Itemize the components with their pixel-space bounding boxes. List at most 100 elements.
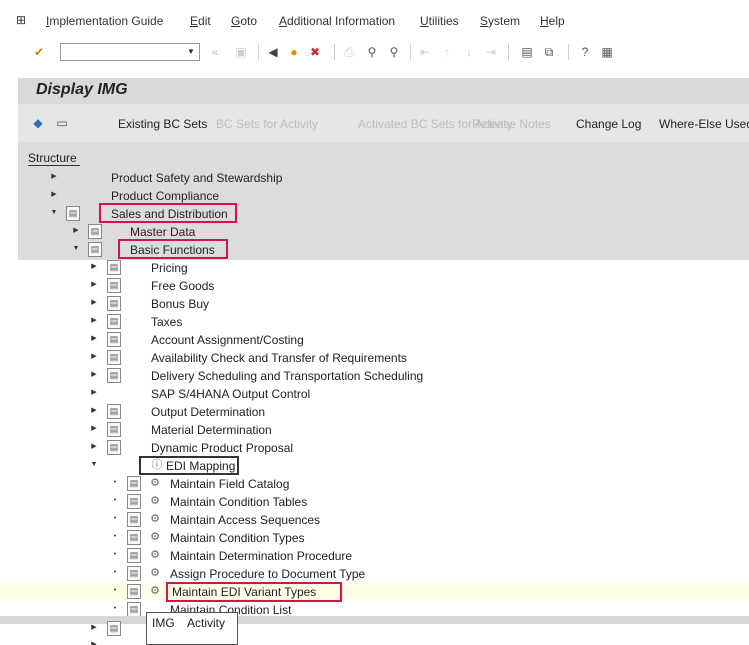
expand-icon[interactable]: ▶	[90, 406, 98, 416]
menu-help[interactable]: Help	[540, 14, 565, 28]
tree-row[interactable]: • ▤ ⚙ Assign Procedure to Document Type	[0, 565, 749, 582]
next-page-icon[interactable]: ↓	[460, 43, 478, 61]
expand-icon[interactable]: ▶	[50, 190, 58, 200]
collapse-icon[interactable]: «	[206, 43, 224, 61]
tree-row[interactable]: ▶ SAP S/4HANA Output Control	[0, 385, 749, 402]
tree-row[interactable]: ▶ ▤ Account Assignment/Costing	[0, 331, 749, 348]
tree-row[interactable]: ▶ ▤ Bonus Buy	[0, 295, 749, 312]
tree-label[interactable]: Product Safety and Stewardship	[111, 171, 282, 185]
expand-icon[interactable]: ▶	[90, 424, 98, 434]
collapse-icon[interactable]: ▼	[50, 208, 58, 218]
tree-label[interactable]: Maintain Condition Types	[170, 531, 305, 545]
execute-activity-icon[interactable]: ⚙	[148, 476, 162, 490]
tree-row[interactable]: ▶ ▤ Material Determination	[0, 421, 749, 438]
layout-icon[interactable]: ▦	[598, 43, 616, 61]
execute-activity-icon[interactable]: ⚙	[148, 512, 162, 526]
tree-label[interactable]: Maintain Access Sequences	[170, 513, 320, 527]
tree-row[interactable]: • ▤ ⚙ Maintain Condition Types	[0, 529, 749, 546]
release-notes-button[interactable]: Release Notes	[472, 117, 551, 131]
tree-label[interactable]: Account Assignment/Costing	[151, 333, 304, 347]
where-else-used-button[interactable]: Where-Else Used	[659, 117, 749, 131]
tree-label[interactable]: Taxes	[151, 315, 182, 329]
expand-icon[interactable]: •	[111, 586, 119, 596]
expand-icon[interactable]: •	[111, 568, 119, 578]
chevron-down-icon[interactable]: ▼	[185, 46, 197, 58]
expand-icon[interactable]: •	[111, 550, 119, 560]
expand-icon[interactable]: ▶	[90, 623, 98, 633]
tree-row[interactable]: • ▤ ⚙ Maintain Field Catalog	[0, 475, 749, 492]
tree-row[interactable]: • ▤ ⚙ Maintain Access Sequences	[0, 511, 749, 528]
find-next-icon[interactable]: ⚲	[385, 43, 403, 61]
tree-label[interactable]: Output Determination	[151, 405, 265, 419]
ok-code-icon[interactable]: ✔	[30, 43, 48, 61]
expand-icon[interactable]: •	[111, 496, 119, 506]
new-session-icon[interactable]: ▤	[518, 43, 536, 61]
tree-label[interactable]: Dynamic Product Proposal	[151, 441, 293, 455]
display-icon[interactable]: ▭	[54, 115, 70, 131]
tree-label[interactable]: Pricing	[151, 261, 188, 275]
tree-row[interactable]: • ▤ ⚙ Maintain Determination Procedure	[0, 547, 749, 564]
expand-icon[interactable]: •	[111, 514, 119, 524]
tree-row[interactable]: ▶ Product Safety and Stewardship	[0, 169, 749, 186]
tree-row-selected[interactable]: • ▤ ⚙ Maintain EDI Variant Types	[0, 583, 749, 600]
tree-label[interactable]: Maintain Field Catalog	[170, 477, 289, 491]
expand-icon[interactable]: •	[111, 532, 119, 542]
expand-icon[interactable]: •	[111, 478, 119, 488]
expand-icon[interactable]: ▶	[90, 388, 98, 398]
tree-row[interactable]: ▶ ▤	[0, 620, 749, 637]
tree-row[interactable]: ▶ ▤ Pricing	[0, 259, 749, 276]
find-icon[interactable]: ⚲	[363, 43, 381, 61]
execute-activity-icon[interactable]: ⚙	[148, 530, 162, 544]
tree-label[interactable]: Maintain Determination Procedure	[170, 549, 352, 563]
execute-activity-icon[interactable]: ⚙	[148, 566, 162, 580]
tree-label[interactable]: SAP S/4HANA Output Control	[151, 387, 310, 401]
tree-row[interactable]: ▶ ▤ Output Determination	[0, 403, 749, 420]
shortcut-icon[interactable]: ⧉	[540, 43, 558, 61]
tree-label[interactable]: Availability Check and Transfer of Requi…	[151, 351, 407, 365]
print-icon[interactable]: ⎙	[340, 43, 358, 61]
exit-icon[interactable]: ●	[285, 43, 303, 61]
expand-icon[interactable]: ▶	[90, 316, 98, 326]
change-log-button[interactable]: Change Log	[576, 117, 641, 131]
expand-icon[interactable]: ▶	[72, 226, 80, 236]
tree-row[interactable]: ▶ ▤ Master Data	[0, 223, 749, 240]
tree-label[interactable]: Material Determination	[151, 423, 272, 437]
help-icon[interactable]: ?	[576, 43, 594, 61]
expand-icon[interactable]: ▶	[90, 280, 98, 290]
tree-row[interactable]: ▶ ▤ Availability Check and Transfer of R…	[0, 349, 749, 366]
tree-label[interactable]: Master Data	[130, 225, 195, 239]
tree-row[interactable]: ▶ Product Compliance	[0, 187, 749, 204]
tag-icon[interactable]: ◆	[30, 115, 46, 131]
collapse-icon[interactable]: ▼	[90, 460, 98, 470]
expand-icon[interactable]: ▶	[90, 262, 98, 272]
first-page-icon[interactable]: ⇤	[416, 43, 434, 61]
expand-icon[interactable]: ▶	[90, 370, 98, 380]
expand-icon[interactable]: ▶	[50, 172, 58, 182]
last-page-icon[interactable]: ⇥	[482, 43, 500, 61]
tree-label[interactable]: Maintain Condition Tables	[170, 495, 307, 509]
existing-bc-sets-button[interactable]: Existing BC Sets	[118, 117, 207, 131]
tree-label[interactable]: Free Goods	[151, 279, 214, 293]
tree-row[interactable]: ▶ ▤ Dynamic Product Proposal	[0, 439, 749, 456]
tree-label[interactable]: Product Compliance	[111, 189, 219, 203]
tree-row[interactable]: ▶ ▤ Delivery Scheduling and Transportati…	[0, 367, 749, 384]
menu-implementation-guide[interactable]: Implementation Guide	[46, 14, 163, 28]
previous-page-icon[interactable]: ↑	[438, 43, 456, 61]
tree-label[interactable]: Bonus Buy	[151, 297, 209, 311]
menu-utilities[interactable]: Utilities	[420, 14, 459, 28]
tree-row[interactable]: • ▤ ⚙ Maintain Condition Tables	[0, 493, 749, 510]
expand-icon[interactable]: •	[111, 604, 119, 614]
back-icon[interactable]: ◀	[264, 43, 282, 61]
tree-row[interactable]: ▼ ⓘ EDI Mapping	[0, 457, 749, 474]
expand-icon[interactable]: ▶	[90, 298, 98, 308]
cancel-icon[interactable]: ✖	[306, 43, 324, 61]
tree-label[interactable]: Assign Procedure to Document Type	[170, 567, 365, 581]
execute-activity-icon[interactable]: ⚙	[148, 494, 162, 508]
menu-goto[interactable]: Goto	[231, 14, 257, 28]
sap-window-icon[interactable]: ⊞	[16, 13, 36, 27]
tree-row[interactable]: ▼ ▤ Basic Functions	[0, 241, 749, 258]
tree-label[interactable]: Delivery Scheduling and Transportation S…	[151, 369, 423, 383]
tree-row[interactable]: ▶ ▤ Free Goods	[0, 277, 749, 294]
expand-icon[interactable]: ▶	[90, 334, 98, 344]
execute-activity-icon[interactable]: ⚙	[148, 548, 162, 562]
